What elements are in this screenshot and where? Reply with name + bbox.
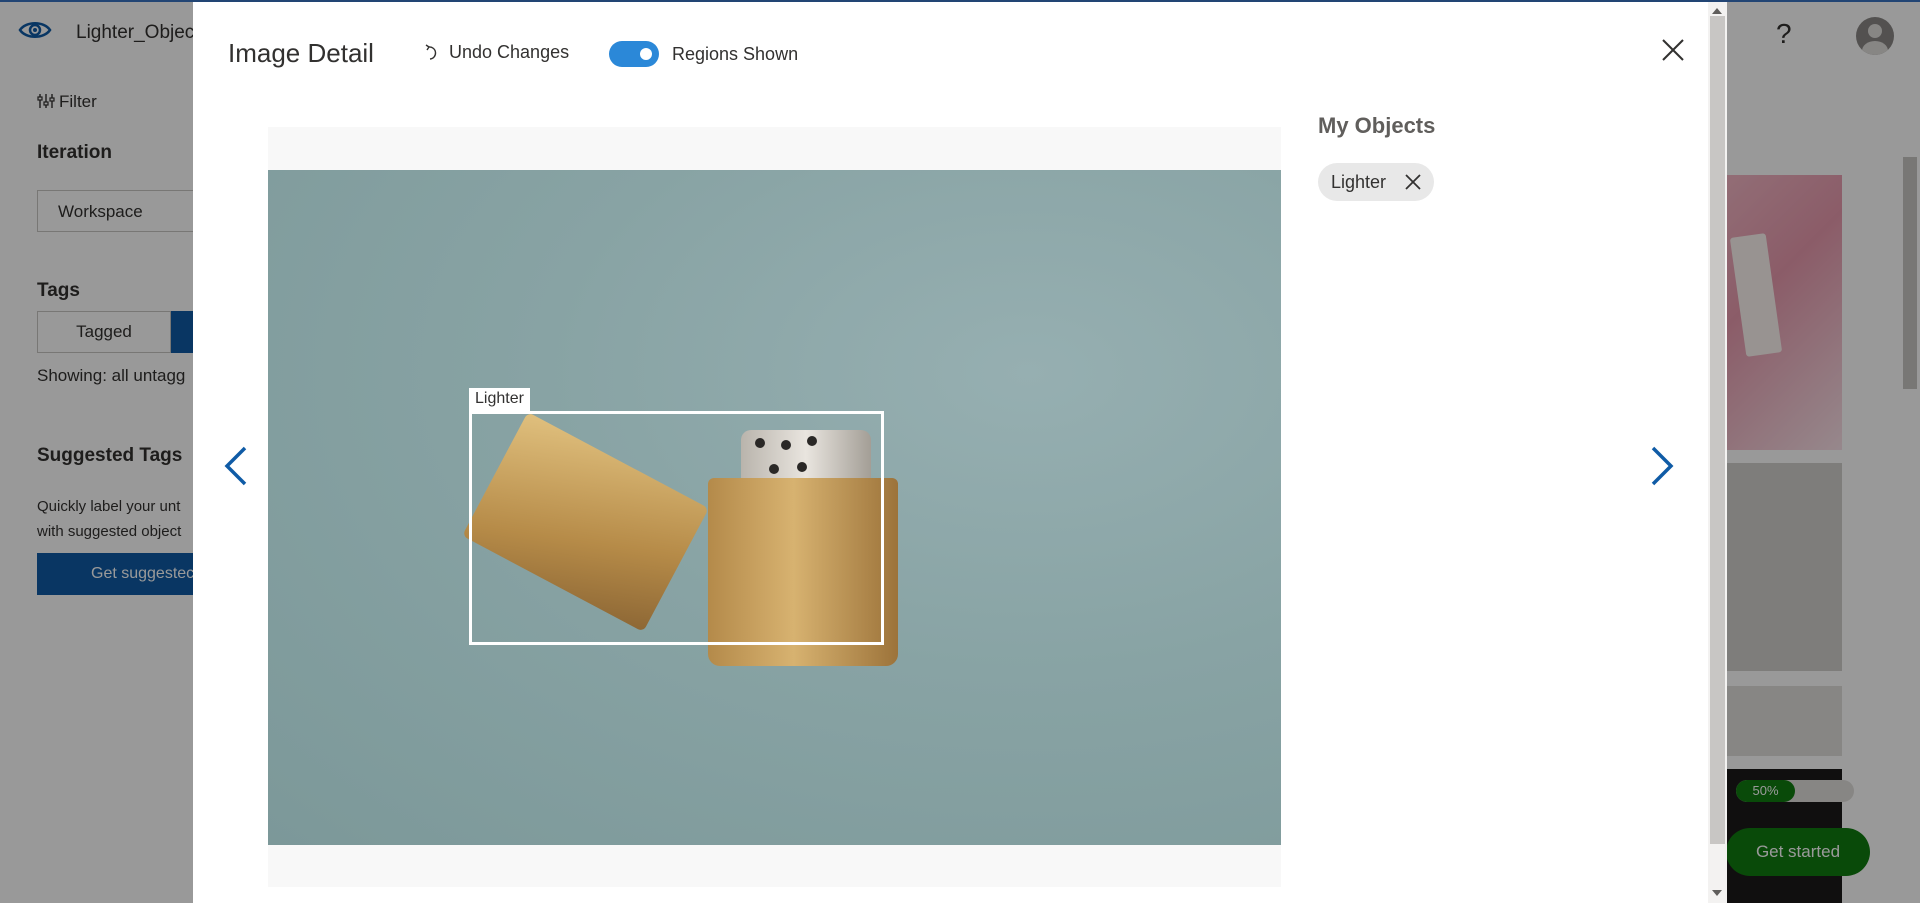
region-bounding-box[interactable]: [469, 411, 884, 645]
undo-label: Undo Changes: [449, 42, 570, 62]
scroll-down-icon[interactable]: [1712, 890, 1722, 896]
chevron-left-icon[interactable]: [223, 444, 249, 488]
lighter-photo[interactable]: Lighter: [268, 170, 1281, 845]
close-icon[interactable]: [1404, 173, 1422, 191]
toggle-knob: [640, 48, 652, 60]
undo-changes-button[interactable]: Undo Changes: [425, 42, 569, 63]
regions-toggle[interactable]: [609, 41, 659, 67]
region-tag-label[interactable]: Lighter: [469, 388, 530, 411]
regions-label: Regions Shown: [672, 44, 799, 64]
scroll-up-icon[interactable]: [1712, 8, 1722, 14]
dialog-scrollbar[interactable]: [1708, 2, 1727, 903]
object-chip[interactable]: Lighter: [1318, 163, 1435, 201]
my-objects-heading: My Objects: [1318, 113, 1436, 138]
object-chip-label: Lighter: [1331, 171, 1387, 192]
undo-icon: [425, 43, 437, 60]
dialog-title: Image Detail: [228, 38, 374, 68]
image-canvas: Lighter: [268, 127, 1281, 887]
dialog-scrollbar-thumb[interactable]: [1710, 16, 1725, 844]
chevron-right-icon[interactable]: [1649, 444, 1675, 488]
image-detail-dialog: Image Detail Undo Changes Regions Shown: [193, 2, 1727, 903]
close-icon[interactable]: [1659, 36, 1687, 64]
